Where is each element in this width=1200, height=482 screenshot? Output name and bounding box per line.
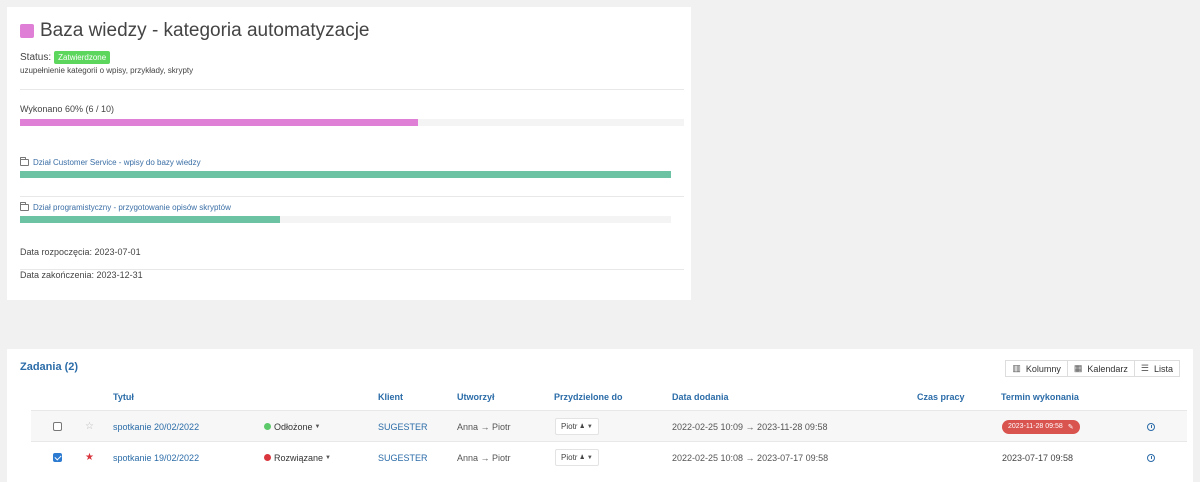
divider [20, 196, 684, 197]
task-title-link[interactable]: spotkanie 20/02/2022 [113, 422, 199, 432]
caret-down-icon: ▼ [325, 454, 331, 461]
view-label: Kolumny [1025, 363, 1061, 374]
status-dot [264, 423, 271, 430]
start-date: Data rozpoczęcia: 2023-07-01 [20, 247, 141, 257]
column-header-title[interactable]: Tytuł [113, 392, 134, 402]
status-label: Rozwiązane [274, 452, 324, 463]
caret-down-icon: ▼ [314, 423, 321, 430]
assignee-dropdown[interactable]: Piotr ♟ ▼ [555, 449, 599, 466]
client-link[interactable]: SUGESTER [378, 453, 428, 463]
subproject-link-customer-service[interactable]: Dział Customer Service - wpisy do bazy w… [20, 157, 201, 167]
subproject-link-programming[interactable]: Dział programistyczny - przygotowanie op… [20, 202, 231, 212]
column-header-deadline[interactable]: Termin wykonania [1001, 392, 1079, 402]
caret-down-icon: ▼ [586, 423, 593, 430]
progress-bar-fill [20, 119, 419, 126]
status-label: Odłożone [274, 421, 313, 432]
view-switcher: ▥ Kolumny ▦ Kalendarz ☰ Lista [1005, 360, 1180, 377]
date-added: 2022-02-25 10:08 → 2023-07-17 09:58 [672, 452, 829, 463]
column-header-date-added[interactable]: Data dodania [672, 392, 729, 402]
list-icon: ☰ [1140, 363, 1149, 373]
end-date: Data zakończenia: 2023-12-31 [20, 270, 143, 280]
subproject-progress-bar [20, 216, 671, 223]
created-by: Anna → Piotr [457, 452, 511, 463]
deadline-value: 2023-11-28 09:58 [1008, 423, 1063, 430]
row-checkbox[interactable] [53, 422, 62, 431]
task-title-link[interactable]: spotkanie 19/02/2022 [113, 453, 199, 463]
tasks-card: Zadania (2) ▥ Kolumny ▦ Kalendarz ☰ List… [7, 349, 1193, 482]
assignee-name: Piotr [561, 422, 578, 431]
folder-icon [20, 157, 29, 166]
subproject-progress-bar [20, 171, 671, 178]
status-dot [264, 454, 271, 461]
folder-icon [20, 202, 29, 211]
project-description: uzupełnienie kategorii o wpisy, przykład… [20, 66, 194, 75]
columns-icon: ▥ [1012, 363, 1021, 373]
column-header-client[interactable]: Klient [378, 392, 403, 402]
created-by: Anna → Piotr [457, 421, 511, 432]
status-badge: Zatwierdzone [54, 51, 111, 64]
user-icon: ♟ [579, 455, 585, 461]
project-header: Baza wiedzy - kategoria automatyzacje [20, 20, 370, 42]
status-dropdown[interactable]: Rozwiązane ▼ [264, 442, 331, 473]
subproject-progress-fill [20, 216, 281, 223]
deadline-value: 2023-07-17 09:58 [1002, 452, 1074, 463]
user-icon: ♟ [579, 424, 585, 430]
clock-icon[interactable] [1147, 453, 1155, 462]
view-label: Lista [1153, 363, 1173, 374]
subproject-label: Dział Customer Service - wpisy do bazy w… [33, 158, 201, 167]
assignee-name: Piotr [561, 453, 578, 462]
pencil-icon[interactable]: ✎ [1068, 423, 1074, 431]
column-header-work-time[interactable]: Czas pracy [917, 392, 965, 402]
column-header-assigned[interactable]: Przydzielone do [554, 392, 623, 402]
status-dropdown[interactable]: Odłożone ▼ [264, 411, 320, 442]
tasks-title[interactable]: Zadania (2) [20, 361, 78, 373]
progress-label: Wykonano 60% (6 / 10) [20, 104, 114, 114]
project-color-swatch [20, 24, 34, 38]
client-link[interactable]: SUGESTER [378, 422, 428, 432]
date-added: 2022-02-25 10:09 → 2023-11-28 09:58 [672, 421, 828, 432]
view-label: Kalendarz [1087, 363, 1128, 374]
status-row: Status: Zatwierdzone [20, 51, 111, 64]
assignee-dropdown[interactable]: Piotr ♟ ▼ [555, 418, 599, 435]
project-title: Baza wiedzy - kategoria automatyzacje [40, 20, 370, 41]
deadline-badge[interactable]: 2023-11-28 09:58 ✎ [1002, 419, 1080, 434]
table-row[interactable]: ☆ spotkanie 20/02/2022 Odłożone ▼ SUGEST… [31, 410, 1187, 441]
project-card: Baza wiedzy - kategoria automatyzacje St… [7, 7, 691, 300]
view-calendar-button[interactable]: ▦ Kalendarz [1066, 360, 1135, 377]
view-columns-button[interactable]: ▥ Kolumny [1005, 360, 1068, 377]
view-list-button[interactable]: ☰ Lista [1133, 360, 1180, 377]
table-row[interactable]: ★ spotkanie 19/02/2022 Rozwiązane ▼ SUGE… [31, 441, 1187, 472]
star-filled-icon[interactable]: ★ [85, 452, 94, 463]
caret-down-icon: ▼ [586, 454, 593, 461]
calendar-icon: ▦ [1073, 363, 1083, 373]
progress-bar [20, 119, 684, 126]
star-outline-icon[interactable]: ☆ [85, 421, 94, 432]
subproject-progress-fill [20, 171, 671, 178]
column-header-created-by[interactable]: Utworzył [457, 392, 495, 402]
divider [20, 89, 684, 90]
status-label: Status: [20, 52, 52, 63]
clock-icon[interactable] [1147, 422, 1155, 431]
subproject-label: Dział programistyczny - przygotowanie op… [33, 203, 231, 212]
row-checkbox[interactable] [53, 453, 62, 462]
